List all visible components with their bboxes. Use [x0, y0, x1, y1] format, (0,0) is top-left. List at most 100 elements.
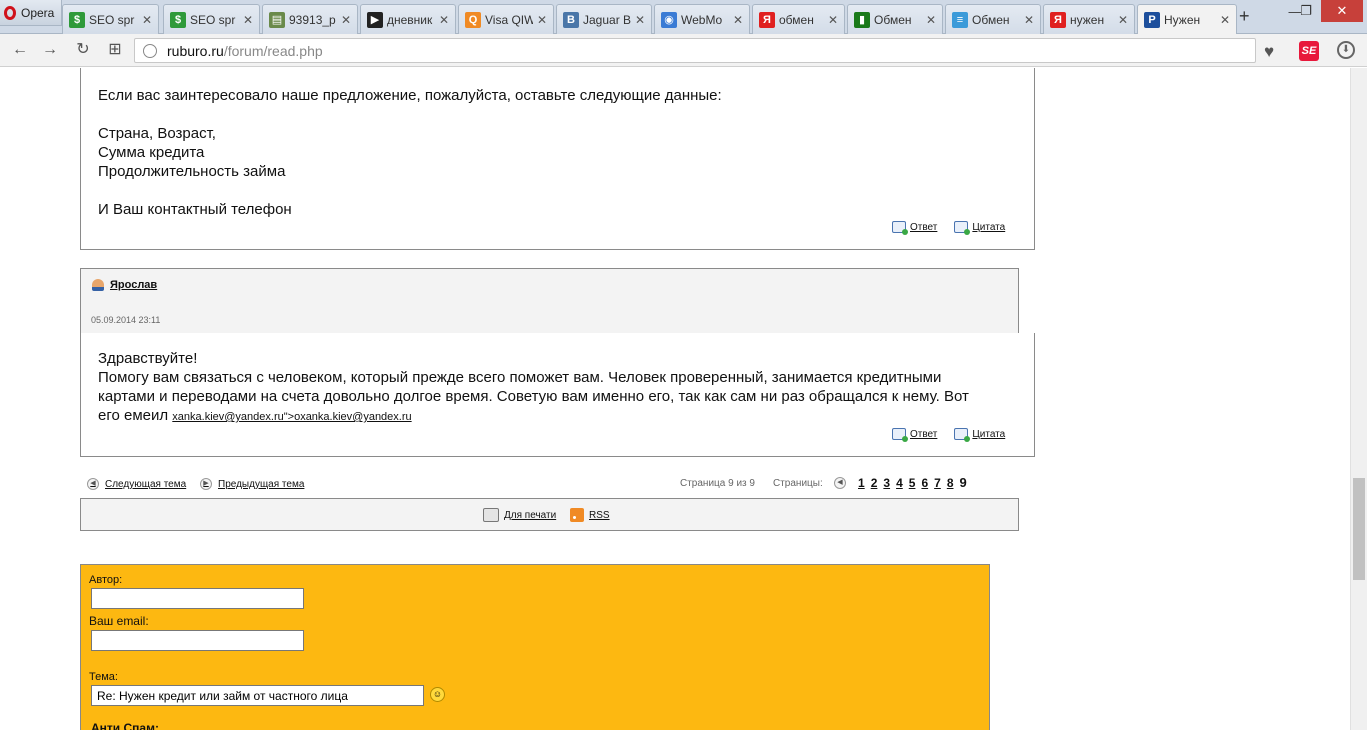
quote-label: Цитата	[972, 221, 1006, 233]
author-link[interactable]: Ярослав	[110, 279, 157, 291]
page-scrollbar[interactable]	[1350, 68, 1367, 730]
post-text: Если вас заинтересовало наше предложение…	[98, 87, 722, 104]
page-link[interactable]: 1	[858, 476, 865, 490]
browser-tab[interactable]: $ SEO spr ✕	[163, 4, 260, 34]
tab-label: нужен	[1070, 12, 1105, 27]
browser-tab[interactable]: Q Visa QIW ✕	[458, 4, 554, 34]
next-topic-link[interactable]: ◀ Следующая тема	[87, 478, 186, 490]
subject-label: Тема:	[89, 671, 118, 683]
tab-favicon-icon: Я	[759, 11, 775, 28]
browser-tab[interactable]: ▮ Обмен ✕	[847, 4, 943, 34]
tab-close-icon[interactable]: ✕	[1220, 13, 1230, 27]
page-link[interactable]: 4	[896, 476, 903, 490]
page-link[interactable]: 6	[921, 476, 928, 490]
page-link[interactable]: 2	[871, 476, 878, 490]
rss-label: RSS	[589, 509, 610, 521]
tab-close-icon[interactable]: ✕	[439, 13, 449, 27]
rss-link[interactable]: RSS	[570, 508, 610, 522]
browser-tab[interactable]: ◉ WebMo ✕	[654, 4, 750, 34]
browser-tab-bar: Opera $ SEO spr ✕ $ SEO spr ✕ ▤ 93913_p ✕ ▶ дневни…	[0, 0, 1367, 35]
tab-favicon-icon: P	[1144, 12, 1160, 28]
reply-icon	[892, 428, 908, 442]
arrow-right-icon: ▶	[200, 478, 212, 490]
speed-dial-icon[interactable]: ⊞	[104, 40, 126, 60]
prev-page-icon[interactable]: ◀	[834, 476, 846, 489]
window-close-button[interactable]: ✕	[1321, 0, 1363, 22]
post-header: Ярослав 05.09.2014 23:11	[80, 268, 1019, 333]
pages-label: Страницы:	[773, 478, 823, 489]
antispam-label: Анти Спам:	[91, 721, 159, 730]
browser-tab[interactable]: B Jaguar B ✕	[556, 4, 652, 34]
tab-label: SEO spr	[89, 12, 135, 27]
tab-close-icon[interactable]: ✕	[341, 13, 351, 27]
browser-tab[interactable]: ▤ 93913_p ✕	[262, 4, 358, 34]
page-link[interactable]: 7	[934, 476, 941, 490]
url-host: ruburo.ru	[167, 42, 224, 59]
page-link[interactable]: 8	[947, 476, 954, 490]
new-tab-button[interactable]: +	[1239, 6, 1250, 27]
tab-close-icon[interactable]: ✕	[635, 13, 645, 27]
topic-navigation: ◀ Следующая тема ▶ Предыдущая тема Страниц…	[80, 475, 1020, 494]
se-extension-icon[interactable]: SE	[1299, 41, 1319, 61]
page-link[interactable]: 3	[883, 476, 890, 490]
post-text: Страна, Возраст,	[98, 125, 216, 142]
printer-icon	[483, 508, 499, 522]
quote-link[interactable]: Цитата	[954, 221, 1006, 235]
post-text-prefix: его емеил	[98, 407, 169, 424]
author-input[interactable]	[91, 588, 304, 609]
reply-link[interactable]: Ответ	[892, 428, 937, 442]
bookmark-heart-icon[interactable]: ♥	[1264, 42, 1274, 62]
url-field[interactable]: ruburo.ru/forum/read.php	[134, 38, 1256, 63]
reply-label: Ответ	[910, 221, 938, 233]
rss-icon	[570, 508, 584, 522]
tab-close-icon[interactable]: ✕	[1118, 13, 1128, 27]
back-button[interactable]: ←	[9, 40, 31, 60]
reply-form: Автор: Ваш email: Тема: ☺ Анти Спам:	[80, 564, 990, 730]
post-author: Ярослав	[92, 279, 157, 291]
tab-close-icon[interactable]: ✕	[733, 13, 743, 27]
restore-button[interactable]: ❐	[1291, 0, 1321, 22]
tab-close-icon[interactable]: ✕	[926, 13, 936, 27]
tab-favicon-icon: Q	[465, 11, 481, 28]
print-link[interactable]: Для печати	[483, 508, 556, 522]
tab-label: Jaguar B	[583, 12, 631, 27]
tab-favicon-icon: $	[69, 11, 85, 28]
tab-close-icon[interactable]: ✕	[828, 13, 838, 27]
email-link[interactable]: xanka.kiev@yandex.ru">oxanka.kiev@yandex…	[172, 411, 411, 423]
scrollbar-thumb[interactable]	[1353, 478, 1365, 580]
tab-close-icon[interactable]: ✕	[243, 13, 253, 27]
tab-close-icon[interactable]: ✕	[142, 13, 152, 27]
prev-topic-link[interactable]: ▶ Предыдущая тема	[200, 478, 304, 490]
user-icon	[92, 279, 104, 291]
forum-post: Здравствуйте! Помогу вам связаться с чел…	[80, 333, 1035, 457]
quote-link[interactable]: Цитата	[954, 428, 1005, 442]
browser-tab[interactable]: P Нужен ✕	[1137, 4, 1237, 35]
post-date: 05.09.2014 23:11	[91, 315, 161, 325]
opera-menu-button[interactable]: Opera	[0, 0, 62, 26]
browser-tab[interactable]: $ SEO spr ✕	[62, 4, 159, 34]
opera-logo-icon	[4, 5, 16, 20]
forum-post: Если вас заинтересовало наше предложение…	[80, 68, 1035, 250]
post-actions: Ответ Цитата	[875, 428, 1005, 442]
smiley-icon[interactable]: ☺	[430, 687, 445, 702]
tab-close-icon[interactable]: ✕	[537, 13, 547, 27]
print-bar: Для печати RSS	[80, 498, 1019, 531]
reply-link[interactable]: Ответ	[892, 221, 938, 235]
email-input[interactable]	[91, 630, 304, 651]
tab-favicon-icon: ▤	[269, 11, 285, 28]
reload-button[interactable]: ↻	[72, 40, 94, 60]
tab-favicon-icon: B	[563, 11, 579, 28]
download-icon[interactable]: ⬇	[1337, 41, 1355, 59]
email-label: Ваш email:	[89, 614, 149, 628]
page-link[interactable]: 5	[909, 476, 916, 490]
arrow-left-icon: ◀	[87, 478, 99, 490]
browser-tab[interactable]: ▶ дневник ✕	[360, 4, 456, 34]
tab-favicon-icon: $	[170, 11, 186, 28]
tab-close-icon[interactable]: ✕	[1024, 13, 1034, 27]
subject-input[interactable]	[91, 685, 424, 706]
browser-tab[interactable]: ≡ Обмен ✕	[945, 4, 1041, 34]
tab-label: Нужен	[1164, 13, 1201, 27]
browser-tab[interactable]: Яобмен ✕	[752, 4, 845, 34]
forward-button[interactable]: →	[39, 40, 61, 60]
browser-tab[interactable]: Янужен ✕	[1043, 4, 1135, 34]
